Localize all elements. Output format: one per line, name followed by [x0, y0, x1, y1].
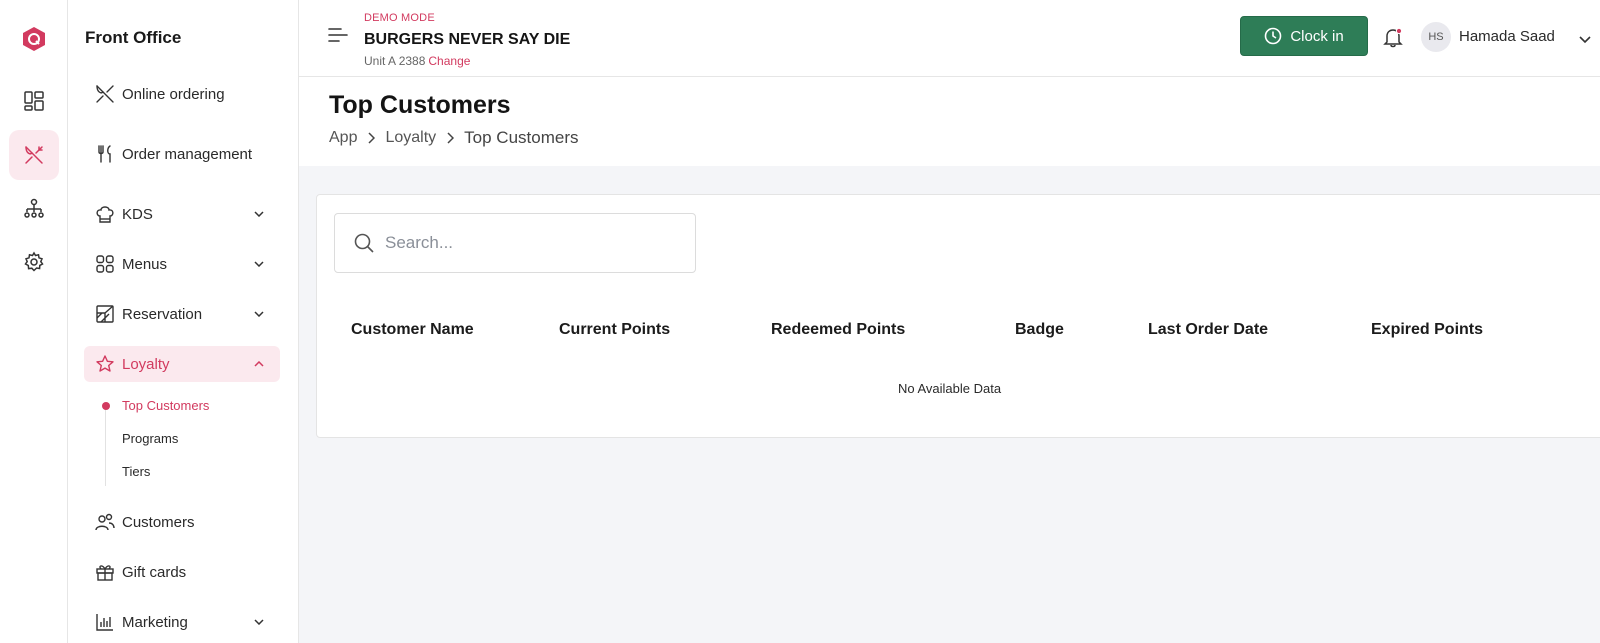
- submenu-guide-line: [105, 406, 106, 486]
- clock-icon: [1264, 27, 1282, 45]
- customers-card: Customer Name Current Points Redeemed Po…: [316, 194, 1600, 438]
- hamburger-menu-icon[interactable]: [327, 26, 349, 44]
- sidebar-item-label: Loyalty: [122, 355, 170, 373]
- star-icon: [94, 353, 116, 375]
- sidebar: Front Office Online ordering Order manag…: [68, 0, 299, 643]
- page-title: Top Customers: [329, 91, 511, 119]
- column-header-current-points[interactable]: Current Points: [559, 321, 670, 339]
- breadcrumb: App Loyalty Top Customers: [329, 128, 579, 148]
- icon-rail: [0, 0, 68, 643]
- sidebar-item-gift-cards[interactable]: Gift cards: [84, 560, 280, 584]
- settings-gear-icon[interactable]: [9, 237, 59, 287]
- sidebar-item-label: KDS: [122, 205, 153, 223]
- utensils-icon: [94, 143, 116, 165]
- empty-state-text: No Available Data: [897, 381, 1002, 396]
- breadcrumb-app[interactable]: App: [329, 129, 357, 147]
- sidebar-item-menus[interactable]: Menus: [84, 252, 280, 276]
- sidebar-subitem-top-customers[interactable]: Top Customers: [122, 398, 209, 413]
- sidebar-item-online-ordering[interactable]: Online ordering: [84, 82, 280, 106]
- chevron-down-icon: [252, 615, 266, 629]
- notification-bell-icon[interactable]: [1382, 26, 1404, 48]
- user-name[interactable]: Hamada Saad: [1459, 28, 1555, 45]
- table-layout-icon: [94, 303, 116, 325]
- unit-label: Unit A 2388: [364, 54, 426, 68]
- sidebar-item-reservation[interactable]: Reservation: [84, 302, 280, 326]
- top-bar: DEMO MODE BURGERS NEVER SAY DIE Unit A 2…: [299, 0, 1600, 77]
- sidebar-item-marketing[interactable]: Marketing: [84, 610, 280, 634]
- chevron-down-icon: [252, 207, 266, 221]
- sidebar-item-label: Order management: [122, 145, 253, 163]
- breadcrumb-current: Top Customers: [464, 128, 579, 147]
- chef-hat-icon: [94, 203, 116, 225]
- chevron-right-icon: [446, 132, 455, 144]
- org-structure-icon[interactable]: [9, 184, 59, 234]
- bar-chart-icon: [94, 611, 116, 633]
- sidebar-item-label: Marketing: [122, 613, 188, 631]
- app-logo-icon[interactable]: [22, 26, 46, 52]
- sidebar-subitem-programs[interactable]: Programs: [122, 431, 178, 446]
- search-input[interactable]: [385, 233, 675, 253]
- chevron-right-icon: [367, 132, 376, 144]
- active-indicator-dot: [102, 402, 110, 410]
- sidebar-item-label: Gift cards: [122, 563, 187, 581]
- sidebar-item-order-management[interactable]: Order management: [84, 132, 280, 176]
- sidebar-item-label: Reservation: [122, 305, 203, 323]
- sidebar-item-label: Menus: [122, 255, 168, 273]
- page-header: Top Customers App Loyalty Top Customers: [299, 77, 1600, 166]
- grid-icon: [94, 253, 116, 275]
- search-box[interactable]: [334, 213, 696, 273]
- sidebar-item-kds[interactable]: KDS: [84, 202, 280, 226]
- chevron-down-icon[interactable]: [1578, 32, 1592, 44]
- column-header-last-order-date[interactable]: Last Order Date: [1148, 321, 1268, 339]
- chevron-down-icon: [252, 307, 266, 321]
- sidebar-title: Front Office: [85, 28, 182, 47]
- demo-mode-label: DEMO MODE: [364, 12, 435, 24]
- column-header-badge[interactable]: Badge: [1015, 321, 1064, 339]
- sidebar-item-customers[interactable]: Customers: [84, 510, 280, 534]
- search-icon: [353, 232, 375, 254]
- unit-info: Unit A 2388 Change: [364, 54, 470, 68]
- clock-in-button[interactable]: Clock in: [1240, 16, 1368, 56]
- content-area: Customer Name Current Points Redeemed Po…: [299, 166, 1600, 643]
- front-office-icon[interactable]: [9, 130, 59, 180]
- chevron-down-icon: [252, 257, 266, 271]
- avatar[interactable]: HS: [1421, 22, 1451, 52]
- clock-in-label: Clock in: [1290, 27, 1344, 45]
- chevron-up-icon: [252, 357, 266, 371]
- breadcrumb-loyalty[interactable]: Loyalty: [385, 129, 436, 147]
- column-header-customer-name[interactable]: Customer Name: [351, 321, 474, 339]
- gift-icon: [94, 561, 116, 583]
- users-icon: [94, 511, 116, 533]
- dashboard-icon[interactable]: [9, 76, 59, 126]
- change-unit-link[interactable]: Change: [428, 54, 470, 68]
- column-header-expired-points[interactable]: Expired Points: [1371, 321, 1483, 339]
- sidebar-item-loyalty[interactable]: Loyalty: [84, 346, 280, 382]
- column-header-redeemed-points[interactable]: Redeemed Points: [771, 321, 905, 339]
- sidebar-subitem-tiers[interactable]: Tiers: [122, 464, 150, 479]
- fork-knife-icon: [94, 83, 116, 105]
- sidebar-item-label: Online ordering: [122, 85, 225, 103]
- brand-name: BURGERS NEVER SAY DIE: [364, 31, 571, 48]
- sidebar-item-label: Customers: [122, 513, 195, 531]
